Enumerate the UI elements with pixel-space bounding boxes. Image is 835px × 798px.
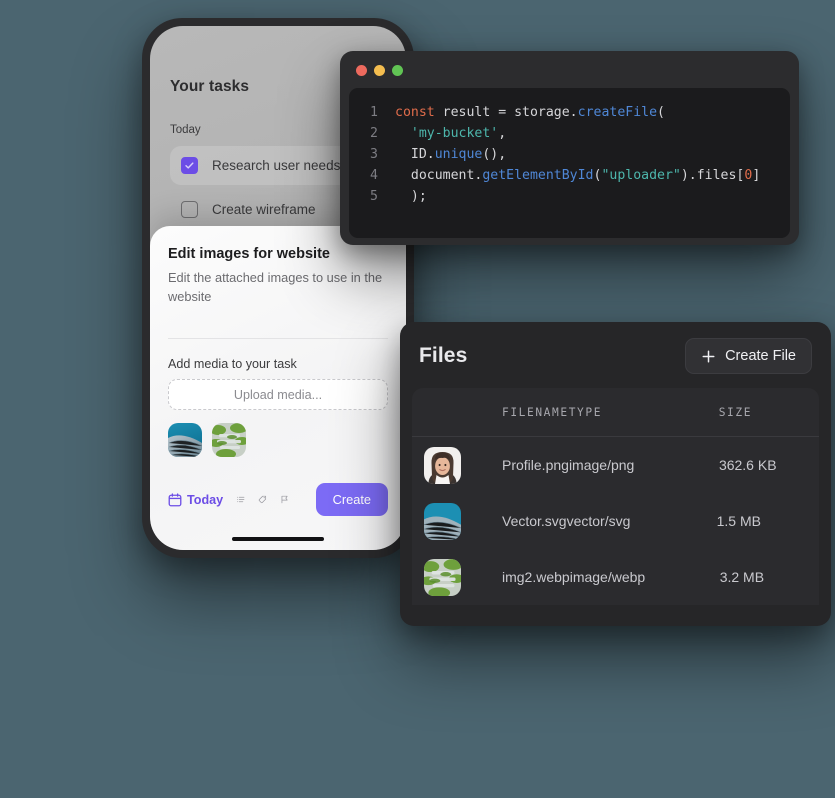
profile-photo-thumbnail	[424, 446, 461, 484]
files-title: Files	[419, 344, 468, 367]
code-line: 3 ID.unique(),	[349, 144, 790, 165]
code-line: 5 );	[349, 186, 790, 207]
file-name: img2.webp	[502, 569, 570, 585]
create-button[interactable]: Create	[315, 483, 388, 517]
column-header-type: TYPE	[568, 405, 603, 419]
column-header-filename: FILENAME	[502, 405, 569, 419]
upload-media-button[interactable]: Upload media...	[168, 379, 388, 411]
files-panel: Files Create File FILENAME TYPE SIZE Pro…	[400, 322, 831, 626]
task-label: Research user needs	[212, 158, 341, 173]
code-line: 2 'my-bucket',	[349, 123, 790, 144]
line-number: 2	[370, 126, 378, 141]
sheet-toolbar: Today Create	[168, 483, 388, 517]
task-label: Create wireframe	[212, 202, 316, 217]
close-window-icon[interactable]	[356, 65, 367, 76]
task-checkbox-unchecked[interactable]	[181, 201, 198, 218]
file-size: 1.5 MB	[716, 513, 761, 529]
file-type: image/png	[568, 457, 635, 473]
code-text: );	[395, 189, 427, 204]
due-date-label: Today	[187, 492, 224, 507]
canvas: Your tasks Today Research user needs Cre…	[0, 0, 835, 798]
window-traffic-lights	[349, 60, 790, 88]
vector-thumbnail-image	[168, 423, 202, 458]
building-thumbnail	[424, 558, 461, 596]
table-row[interactable]: Profile.png image/png 362.6 KB	[412, 437, 819, 493]
profile-photo-image	[424, 446, 461, 484]
list-icon[interactable]	[236, 492, 245, 507]
code-text: document.getElementById("uploader").file…	[395, 168, 761, 183]
table-row[interactable]: img2.webp image/webp 3.2 MB	[412, 549, 819, 605]
line-number: 4	[370, 168, 378, 183]
file-type: vector/svg	[566, 513, 631, 529]
vector-thumbnail-image	[424, 502, 461, 540]
create-file-label: Create File	[725, 348, 796, 364]
sheet-description: Edit the attached images to use in the w…	[168, 270, 383, 304]
vector-thumbnail	[424, 502, 461, 540]
line-number: 5	[370, 189, 378, 204]
code-text: 'my-bucket',	[410, 126, 507, 141]
minimize-window-icon[interactable]	[374, 65, 385, 76]
code-editor-window: 1 const result = storage.createFile( 2 'my…	[340, 51, 799, 245]
divider	[168, 338, 388, 340]
table-header-row: FILENAME TYPE SIZE	[412, 388, 819, 437]
building-thumbnail-image	[212, 423, 246, 458]
calendar-icon	[168, 492, 182, 507]
code-block[interactable]: 1 const result = storage.createFile( 2 'my…	[349, 88, 790, 238]
files-header: Files Create File	[400, 322, 831, 388]
code-line: 1 const result = storage.createFile(	[349, 102, 790, 123]
files-table: FILENAME TYPE SIZE Profile.png image/png…	[412, 388, 819, 605]
check-icon	[185, 162, 194, 169]
flag-icon[interactable]	[280, 492, 289, 507]
column-header-size: SIZE	[718, 405, 753, 419]
building-thumbnail-image	[424, 558, 461, 596]
line-number: 3	[370, 147, 378, 162]
due-date-today-button[interactable]: Today	[168, 493, 223, 507]
file-name: Vector.svg	[502, 513, 567, 529]
add-media-label: Add media to your task	[168, 357, 297, 372]
attached-thumbnails	[168, 423, 388, 458]
file-size: 3.2 MB	[719, 569, 765, 585]
task-checkbox-checked[interactable]	[181, 157, 198, 174]
table-row[interactable]: Vector.svg vector/svg 1.5 MB	[412, 493, 819, 549]
sheet-title: Edit images for website	[168, 246, 330, 262]
file-type: image/webp	[569, 569, 646, 585]
code-line: 4 document.getElementById("uploader").fi…	[349, 165, 790, 186]
home-indicator	[232, 536, 324, 541]
file-name: Profile.png	[502, 457, 569, 473]
line-number: 1	[370, 105, 378, 120]
file-size: 362.6 KB	[718, 457, 777, 473]
edit-task-sheet: Edit images for website Edit the attache…	[150, 226, 406, 550]
maximize-window-icon[interactable]	[392, 65, 403, 76]
code-text: ID.unique(),	[395, 147, 507, 162]
building-thumbnail[interactable]	[212, 423, 246, 458]
create-file-button[interactable]: Create File	[685, 338, 812, 374]
tag-icon[interactable]	[258, 492, 267, 507]
vector-thumbnail[interactable]	[168, 423, 202, 458]
code-text: const result = storage.createFile(	[395, 105, 665, 120]
upload-media-label: Upload media...	[233, 387, 323, 402]
plus-icon	[702, 350, 715, 362]
